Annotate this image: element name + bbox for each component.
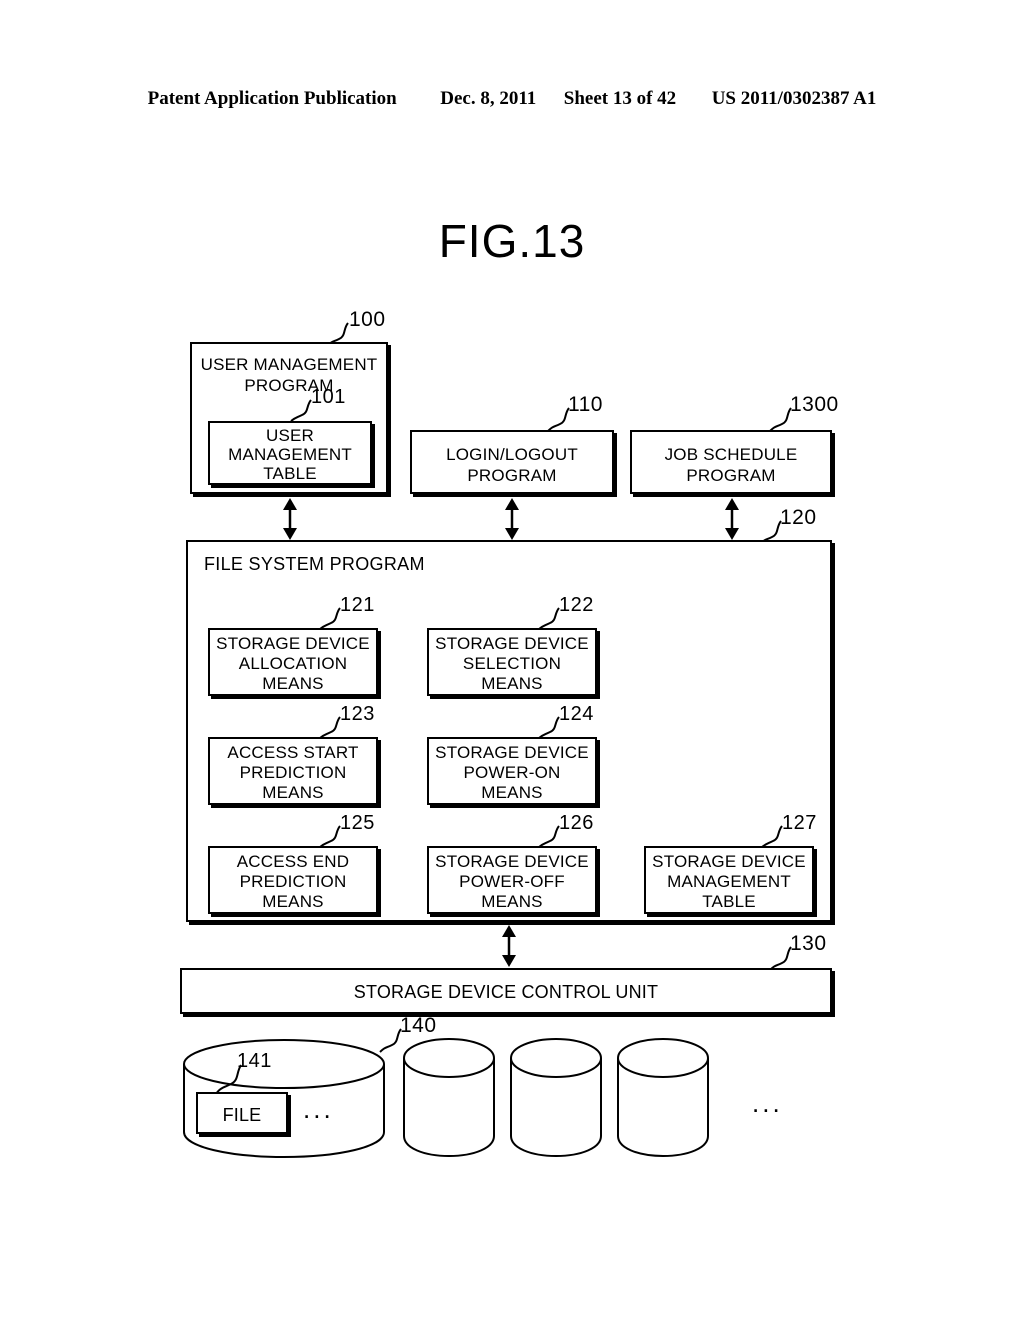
- means-127-line1: STORAGE DEVICE: [652, 852, 806, 871]
- means-122-line1: STORAGE DEVICE: [435, 634, 589, 653]
- user-management-table-line3: TABLE: [263, 464, 317, 483]
- means-124-line3: MEANS: [481, 783, 543, 802]
- storage-device-control-unit-box[interactable]: STORAGE DEVICE CONTROL UNIT: [180, 968, 832, 1014]
- leader-line-110: [547, 407, 570, 432]
- means-123-line3: MEANS: [262, 783, 324, 802]
- ref-1300: 1300: [790, 393, 839, 416]
- means-124-line2: POWER-ON: [463, 763, 561, 782]
- storage-device-management-table-box[interactable]: STORAGE DEVICE MANAGEMENT TABLE: [644, 846, 814, 914]
- figure-title: FIG.13: [438, 215, 586, 267]
- means-126-line1: STORAGE DEVICE: [435, 852, 589, 871]
- user-management-program-line1: USER MANAGEMENT: [200, 355, 378, 374]
- ellipsis-in-storage-device: ...: [303, 1094, 334, 1124]
- storage-device-control-unit-label: STORAGE DEVICE CONTROL UNIT: [353, 982, 659, 1002]
- means-123-line1: ACCESS START: [227, 743, 359, 762]
- ref-100: 100: [349, 308, 386, 331]
- storage-device-power-off-means-box[interactable]: STORAGE DEVICE POWER-OFF MEANS: [427, 846, 597, 914]
- means-121-line2: ALLOCATION: [238, 654, 348, 673]
- login-logout-program-box[interactable]: LOGIN/LOGOUT PROGRAM: [410, 430, 614, 494]
- arrow-login-logout-to-file-system: [505, 498, 519, 540]
- storage-device-allocation-means-box[interactable]: STORAGE DEVICE ALLOCATION MEANS: [208, 628, 378, 696]
- means-127-line3: TABLE: [702, 892, 756, 911]
- patent-number: US 2011/0302387 A1: [711, 88, 877, 109]
- means-127-line2: MANAGEMENT: [667, 872, 791, 891]
- login-logout-program-line1: LOGIN/LOGOUT: [446, 445, 578, 464]
- file-label: FILE: [222, 1105, 262, 1125]
- access-end-prediction-means-box[interactable]: ACCESS END PREDICTION MEANS: [208, 846, 378, 914]
- means-124-line1: STORAGE DEVICE: [435, 743, 589, 762]
- user-management-program-line2: PROGRAM: [244, 376, 334, 395]
- storage-device-cylinder-3[interactable]: [508, 1036, 608, 1162]
- means-122-line2: SELECTION: [462, 654, 562, 673]
- job-schedule-program-box[interactable]: JOB SCHEDULE PROGRAM: [630, 430, 832, 494]
- file-system-program-label: FILE SYSTEM PROGRAM: [204, 554, 425, 574]
- job-schedule-program-line1: JOB SCHEDULE: [664, 445, 798, 464]
- ellipsis-after-storage-devices: ...: [752, 1088, 783, 1118]
- means-122-line3: MEANS: [481, 674, 543, 693]
- means-121-line3: MEANS: [262, 674, 324, 693]
- means-121-line1: STORAGE DEVICE: [216, 634, 370, 653]
- means-125-line3: MEANS: [262, 892, 324, 911]
- leader-line-1300: [769, 407, 792, 432]
- sheet-number: Sheet 13 of 42: [563, 88, 677, 109]
- publication-date: Dec. 8, 2011: [440, 88, 537, 109]
- leader-line-101: [290, 399, 312, 422]
- user-management-program-box[interactable]: USER MANAGEMENT PROGRAM 101 USER MANAGEM…: [190, 342, 388, 494]
- user-management-table-box[interactable]: USER MANAGEMENT TABLE: [208, 421, 372, 485]
- means-126-line2: POWER-OFF: [459, 872, 565, 891]
- user-management-table-line1: USER: [265, 426, 315, 445]
- storage-device-power-on-means-box[interactable]: STORAGE DEVICE POWER-ON MEANS: [427, 737, 597, 805]
- means-126-line3: MEANS: [481, 892, 543, 911]
- means-125-line1: ACCESS END: [236, 852, 350, 871]
- user-management-table-line2: MANAGEMENT: [228, 445, 352, 464]
- file-system-program-box[interactable]: FILE SYSTEM PROGRAM 121 STORAGE DEVICE A…: [186, 540, 832, 922]
- file-box[interactable]: FILE: [196, 1092, 288, 1134]
- means-125-line2: PREDICTION: [239, 872, 347, 891]
- arrow-user-management-to-file-system: [283, 498, 297, 540]
- storage-device-selection-means-box[interactable]: STORAGE DEVICE SELECTION MEANS: [427, 628, 597, 696]
- login-logout-program-line2: PROGRAM: [467, 466, 557, 485]
- storage-device-cylinder-2[interactable]: [401, 1036, 501, 1162]
- storage-device-cylinder-4[interactable]: [615, 1036, 715, 1162]
- access-start-prediction-means-box[interactable]: ACCESS START PREDICTION MEANS: [208, 737, 378, 805]
- patent-publication-header: Patent Application Publication Dec. 8, 2…: [0, 88, 1024, 110]
- job-schedule-program-line2: PROGRAM: [686, 466, 776, 485]
- publication-label: Patent Application Publication: [147, 88, 397, 109]
- means-123-line2: PREDICTION: [239, 763, 347, 782]
- arrow-file-system-to-control-unit: [502, 925, 516, 967]
- arrow-job-schedule-to-file-system: [725, 498, 739, 540]
